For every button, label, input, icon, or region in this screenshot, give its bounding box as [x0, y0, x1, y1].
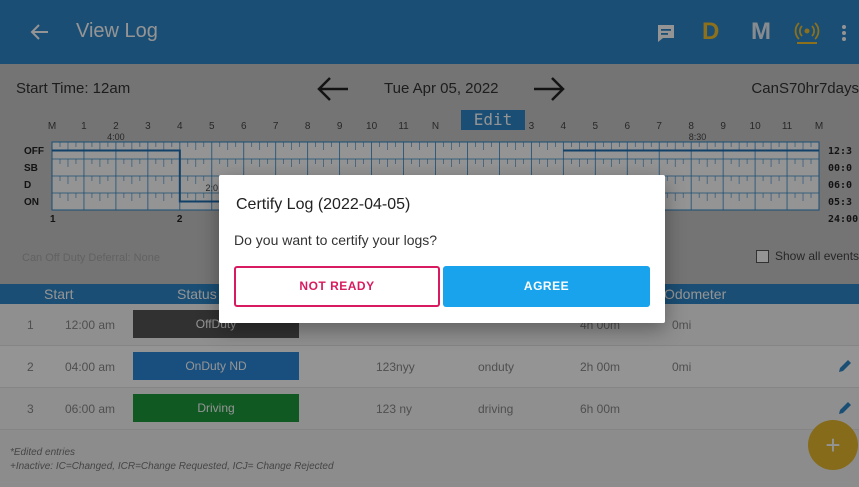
dialog-title: Certify Log (2022-04-05) — [236, 196, 411, 213]
dialog-message: Do you want to certify your logs? — [234, 232, 438, 248]
certify-dialog: Certify Log (2022-04-05) Do you want to … — [219, 175, 665, 323]
not-ready-button[interactable]: NOT READY — [234, 266, 440, 307]
agree-button[interactable]: AGREE — [443, 266, 650, 307]
